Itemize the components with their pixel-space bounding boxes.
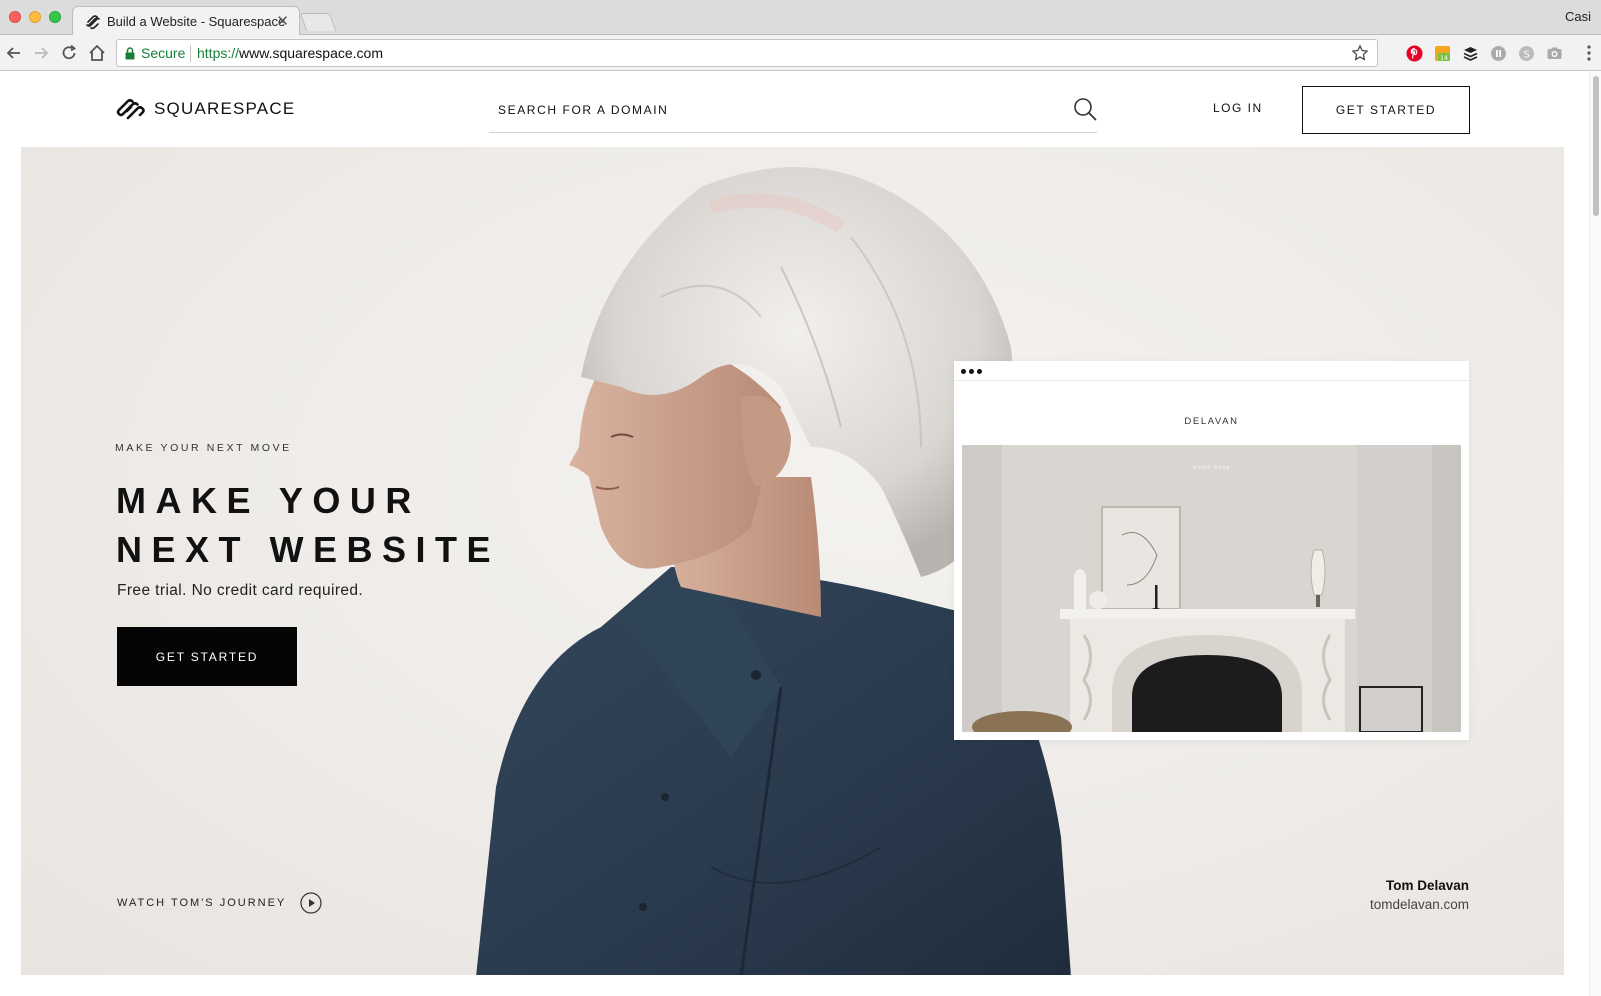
search-icon[interactable]	[1073, 97, 1097, 121]
example-site-fireplace-image: Home Shop	[962, 445, 1461, 732]
maximize-window-button[interactable]	[49, 11, 61, 23]
browser-toolbar: Secure https://www.squarespace.com 14 S	[0, 35, 1601, 71]
watch-journey-label: WATCH TOM'S JOURNEY	[117, 897, 287, 909]
minimize-window-button[interactable]	[29, 11, 41, 23]
window-dot	[969, 369, 974, 374]
url-text[interactable]: https://www.squarespace.com	[197, 45, 383, 61]
svg-text:S: S	[1523, 50, 1529, 61]
example-site-browser-bar	[954, 361, 1469, 381]
credit-url[interactable]: tomdelavan.com	[1370, 897, 1469, 912]
svg-text:14: 14	[1440, 55, 1448, 62]
pause-icon[interactable]	[1490, 45, 1507, 62]
squarespace-tab-icon	[86, 15, 100, 30]
hero-eyebrow: MAKE YOUR NEXT MOVE	[115, 442, 292, 454]
header-get-started-button[interactable]: GET STARTED	[1302, 86, 1470, 134]
close-window-button[interactable]	[9, 11, 21, 23]
buffer-icon[interactable]	[1462, 45, 1479, 62]
home-icon[interactable]	[87, 43, 107, 63]
address-bar[interactable]: Secure https://www.squarespace.com	[116, 39, 1378, 67]
browser-tab[interactable]: Build a Website - Squarespace ✕	[72, 6, 300, 36]
forward-arrow-icon[interactable]	[31, 43, 51, 63]
window-dot	[977, 369, 982, 374]
hero-subline: Free trial. No credit card required.	[117, 582, 364, 599]
example-site-brand: DELAVAN	[1184, 416, 1239, 427]
scrollbar-thumb[interactable]	[1593, 76, 1599, 216]
star-icon[interactable]	[1351, 44, 1369, 62]
hero-headline: MAKE YOUR NEXT WEBSITE	[116, 476, 576, 574]
domain-search	[489, 88, 1097, 133]
address-separator	[190, 45, 191, 62]
tab-title: Build a Website - Squarespace	[107, 14, 286, 29]
squarespace-logo-icon	[116, 98, 145, 120]
fireplace-image	[962, 445, 1461, 732]
calendar-icon[interactable]: 14	[1434, 45, 1451, 62]
logo-text: SQUARESPACE	[154, 99, 296, 118]
example-site-nav: Home Shop	[1192, 465, 1231, 471]
profile-name[interactable]: Casi	[1565, 9, 1591, 24]
secure-label: Secure	[141, 45, 186, 61]
hero-headline-line-1: MAKE YOUR	[116, 480, 421, 521]
window-dot	[961, 369, 966, 374]
browser-tab-bar: Build a Website - Squarespace ✕ Casi	[0, 0, 1601, 36]
domain-search-input[interactable]	[498, 96, 1038, 124]
camera-icon[interactable]	[1546, 45, 1563, 62]
reload-icon[interactable]	[59, 43, 79, 63]
hero-get-started-button[interactable]: GET STARTED	[117, 627, 297, 686]
more-menu-icon[interactable]	[1587, 44, 1591, 62]
url-scheme: https://	[197, 45, 240, 61]
new-tab-button[interactable]	[299, 13, 337, 31]
credit-name: Tom Delavan	[1385, 878, 1469, 893]
url-host: www.squarespace.com	[239, 45, 383, 61]
play-icon	[300, 892, 322, 914]
lock-icon	[125, 47, 135, 60]
skype-icon[interactable]: S	[1518, 45, 1535, 62]
watch-journey-link[interactable]: WATCH TOM'S JOURNEY	[117, 892, 322, 914]
hero-headline-line-2: NEXT WEBSITE	[116, 529, 501, 570]
example-site-card: DELAVAN Home Shop	[954, 361, 1469, 740]
close-tab-icon[interactable]: ✕	[276, 12, 289, 30]
back-arrow-icon[interactable]	[4, 43, 24, 63]
login-link[interactable]: LOG IN	[1213, 101, 1263, 115]
page-scrollbar[interactable]	[1589, 71, 1601, 996]
pinterest-icon[interactable]	[1406, 45, 1423, 62]
squarespace-logo[interactable]: SQUARESPACE	[116, 96, 295, 122]
